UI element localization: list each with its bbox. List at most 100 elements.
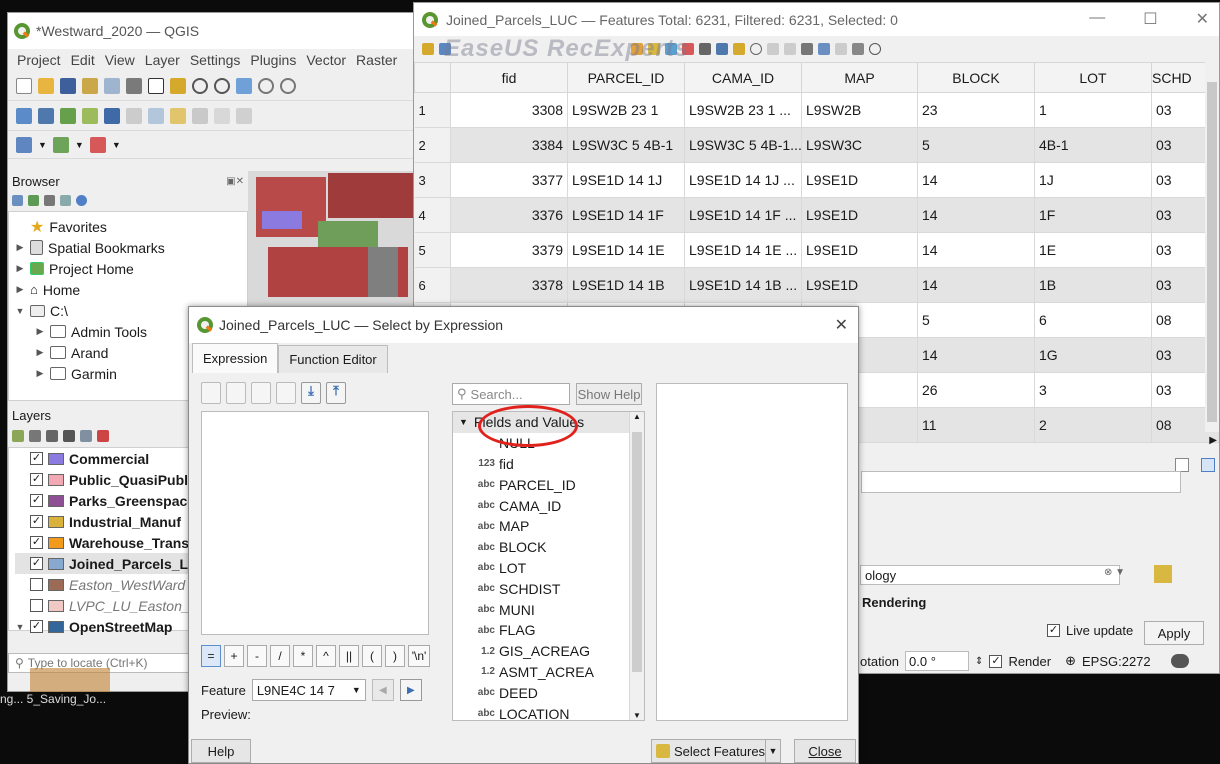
field-item[interactable]: 123 fid: [473, 454, 644, 475]
pan-to-selection-icon[interactable]: [170, 77, 186, 94]
table-cell[interactable]: 1J: [1034, 162, 1152, 198]
table-cell[interactable]: L9SW2B 23 1 ...: [684, 92, 802, 128]
select-features-icon[interactable]: [16, 136, 32, 153]
rendering-section[interactable]: Rendering: [862, 595, 926, 610]
table-cell[interactable]: L9SE1D 14 1F ...: [684, 197, 802, 233]
pan-map-icon[interactable]: [733, 43, 745, 55]
remove-layer-icon[interactable]: [97, 430, 109, 442]
operator-button[interactable]: '\n': [408, 645, 430, 667]
delete-feature-icon[interactable]: [192, 107, 208, 124]
table-cell[interactable]: 6: [1034, 302, 1152, 338]
minimize-icon[interactable]: —: [1089, 9, 1105, 29]
layer-visibility-checkbox[interactable]: ✓: [30, 620, 43, 633]
operator-button[interactable]: ^: [316, 645, 336, 667]
digitize-icon[interactable]: [82, 107, 98, 124]
move-top-icon[interactable]: [716, 43, 728, 55]
crs-label[interactable]: EPSG:2272: [1082, 654, 1151, 669]
table-cell[interactable]: 14: [917, 162, 1035, 198]
messages-icon[interactable]: [1170, 654, 1189, 668]
operator-button[interactable]: -: [247, 645, 267, 667]
new-file-icon[interactable]: [201, 382, 221, 404]
layer-visibility-checkbox[interactable]: ✓: [30, 515, 43, 528]
menu-vector[interactable]: Vector: [306, 52, 346, 68]
operator-button[interactable]: ): [385, 645, 405, 667]
row-number[interactable]: 5: [414, 232, 451, 268]
table-cell[interactable]: 1E: [1034, 232, 1152, 268]
table-cell[interactable]: L9SE1D 14 1J: [567, 162, 685, 198]
delete-icon[interactable]: [276, 382, 296, 404]
table-cell[interactable]: 3: [1034, 372, 1152, 408]
zoom-in-icon[interactable]: [192, 77, 208, 94]
close-icon[interactable]: ✕: [1196, 9, 1209, 29]
pencil-icon[interactable]: [170, 107, 186, 124]
field-item[interactable]: 1.2 GIS_ACREAG: [473, 641, 644, 662]
copy-rows-icon[interactable]: [767, 43, 779, 55]
table-cell[interactable]: 26: [917, 372, 1035, 408]
field-item[interactable]: abc CAMA_ID: [473, 495, 644, 516]
field-calc-icon[interactable]: [835, 43, 847, 55]
table-cell[interactable]: 14: [917, 197, 1035, 233]
layer-style-icon[interactable]: [12, 430, 24, 442]
menu-layer[interactable]: Layer: [145, 52, 180, 68]
collapse-icon[interactable]: [60, 194, 71, 206]
spin-arrows-icon[interactable]: ⇕: [975, 656, 983, 667]
table-cell[interactable]: L9SW2B 23 1: [567, 92, 685, 128]
add-selected-icon[interactable]: [12, 194, 23, 206]
scroll-right-arrow[interactable]: ▶: [1209, 435, 1217, 446]
table-scrollbar[interactable]: [1205, 62, 1219, 432]
table-cell[interactable]: 1: [1034, 92, 1152, 128]
table-cell[interactable]: L9SE1D 14 1F: [567, 197, 685, 233]
save-edits-icon[interactable]: [104, 107, 120, 124]
table-cell[interactable]: 3384: [450, 127, 568, 163]
column-header[interactable]: CAMA_ID: [684, 62, 802, 93]
field-item[interactable]: abc LOCATION: [473, 703, 644, 724]
column-header[interactable]: PARCEL_ID: [567, 62, 685, 93]
column-header[interactable]: MAP: [801, 62, 918, 93]
table-cell[interactable]: L9SE1D: [801, 162, 918, 198]
table-cell[interactable]: 3376: [450, 197, 568, 233]
select-by-value-icon[interactable]: [89, 136, 106, 153]
table-cell[interactable]: 3379: [450, 232, 568, 268]
table-row[interactable]: 4 3376 L9SE1D 14 1F L9SE1D 14 1F ... L9SE1D 1…: [414, 197, 1219, 233]
field-item[interactable]: abc MUNI: [473, 599, 644, 620]
previous-feature-icon[interactable]: ◀: [371, 679, 394, 701]
tab-expression[interactable]: Expression: [192, 343, 279, 373]
edit-toggle-icon[interactable]: [422, 43, 434, 55]
copy-icon[interactable]: [236, 107, 252, 124]
layer-visibility-checkbox[interactable]: [30, 578, 43, 591]
renderer-combo[interactable]: ology: [860, 565, 1120, 585]
chevron-down-icon[interactable]: ⊗ ▼: [1104, 567, 1125, 578]
import-icon[interactable]: ⤓: [301, 382, 321, 404]
refresh-icon[interactable]: [28, 194, 39, 206]
column-header[interactable]: LOT: [1034, 62, 1152, 93]
table-cell[interactable]: 5: [917, 302, 1035, 338]
tab-function-editor[interactable]: Function Editor: [278, 345, 388, 373]
render-checkbox[interactable]: ✓: [989, 654, 1003, 668]
save-project-icon[interactable]: [60, 77, 76, 94]
table-cell[interactable]: 1G: [1034, 337, 1152, 373]
zoom-layer-icon[interactable]: [258, 77, 274, 94]
table-row[interactable]: 6 3378 L9SE1D 14 1B L9SE1D 14 1B ... L9SE1D 1…: [414, 267, 1219, 303]
table-cell[interactable]: 3308: [450, 92, 568, 128]
manage-visibility-icon[interactable]: [46, 430, 58, 442]
close-button[interactable]: Close: [794, 739, 856, 763]
chevron-down-icon[interactable]: ▼: [112, 140, 121, 150]
table-cell[interactable]: 2: [1034, 407, 1152, 443]
menu-settings[interactable]: Settings: [190, 52, 241, 68]
zoom-selection-icon[interactable]: [280, 77, 296, 94]
field-item[interactable]: abc MAP: [473, 516, 644, 537]
layer-visibility-checkbox[interactable]: ✓: [30, 494, 43, 507]
table-cell[interactable]: 3378: [450, 267, 568, 303]
row-number[interactable]: 2: [414, 127, 451, 163]
scroll-up-arrow[interactable]: ▲: [630, 412, 644, 421]
open-project-icon[interactable]: [38, 77, 54, 94]
table-cell[interactable]: L9SE1D: [801, 267, 918, 303]
field-item[interactable]: 1.2 ASMT_ACREA: [473, 662, 644, 683]
browser-item-spatial-bookmarks[interactable]: ▶ Spatial Bookmarks: [15, 237, 247, 258]
field-item[interactable]: abc FLAG: [473, 620, 644, 641]
table-cell[interactable]: L9SE1D 14 1J ...: [684, 162, 802, 198]
table-cell[interactable]: L9SE1D 14 1E ...: [684, 232, 802, 268]
layer-visibility-checkbox[interactable]: ✓: [30, 473, 43, 486]
panel-close-icon[interactable]: ▣✕: [226, 176, 244, 187]
layer-visibility-checkbox[interactable]: ✓: [30, 452, 43, 465]
